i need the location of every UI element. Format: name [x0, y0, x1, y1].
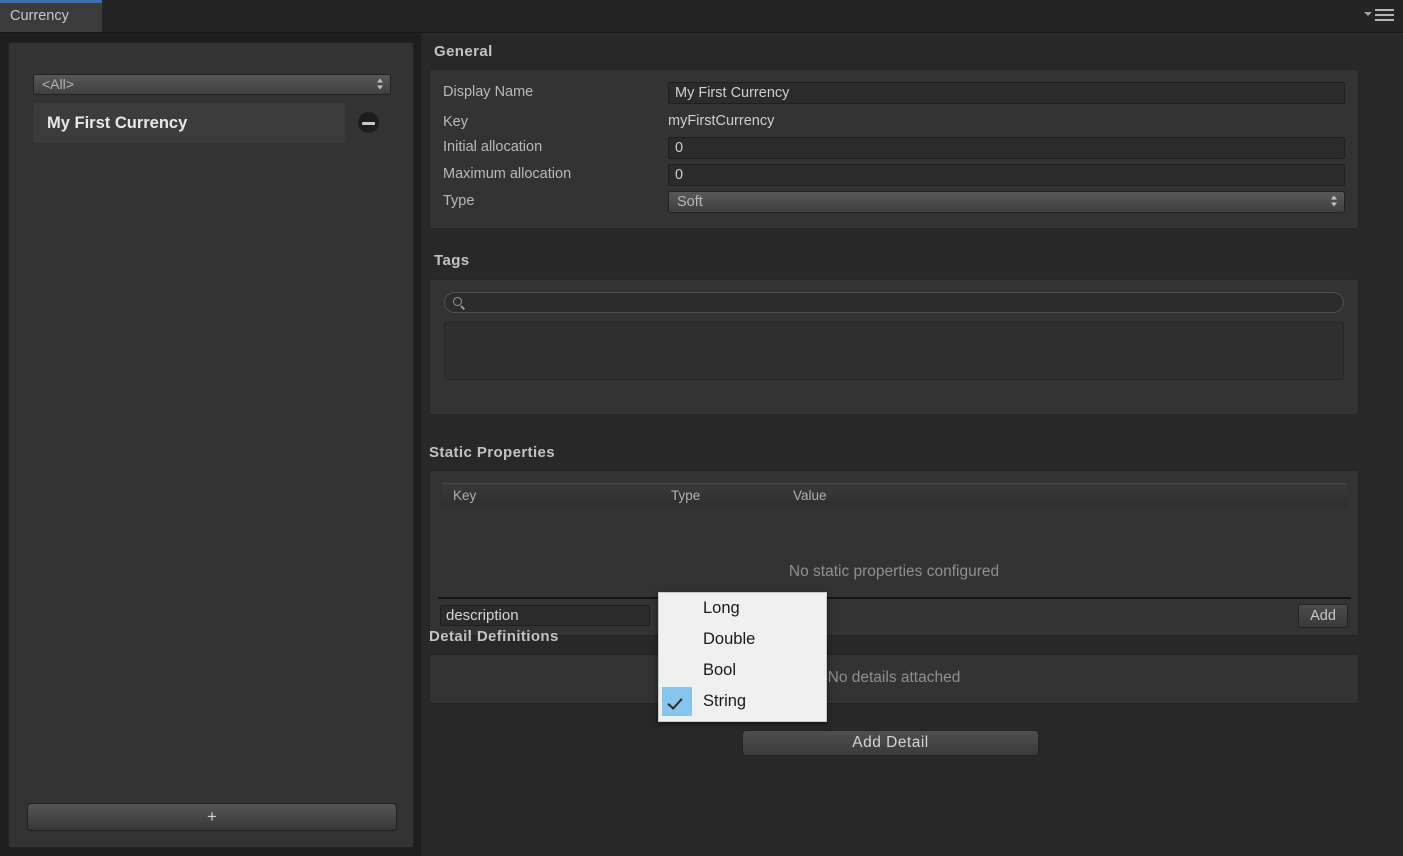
- currency-detail-pane: General Display Name Key myFirstCurrency…: [421, 33, 1403, 856]
- field-type: Type Soft: [430, 191, 1358, 219]
- add-detail-button[interactable]: Add Detail: [742, 730, 1039, 756]
- detail-definitions-section: No details attached: [429, 654, 1359, 704]
- filter-dropdown-value: <All>: [42, 76, 74, 92]
- field-type-label: Type: [443, 193, 475, 209]
- currency-type-value: Soft: [677, 194, 703, 210]
- panel-options-menu-button[interactable]: [1364, 8, 1394, 24]
- field-key: Key myFirstCurrency: [430, 112, 1358, 140]
- menu-item-string-label: String: [703, 692, 747, 710]
- menu-item-bool[interactable]: Bool: [659, 655, 826, 686]
- tags-section-title: Tags: [434, 252, 470, 269]
- checkmark-icon: [662, 594, 692, 623]
- menu-item-bool-label: Bool: [703, 661, 737, 679]
- tags-list-box[interactable]: [444, 322, 1344, 380]
- static-properties-section-title: Static Properties: [429, 444, 556, 461]
- search-icon: [453, 297, 462, 306]
- sidebar-item-my-first-currency[interactable]: My First Currency: [33, 103, 345, 143]
- general-section: Display Name Key myFirstCurrency Initial…: [429, 69, 1359, 229]
- field-initial-allocation-label: Initial allocation: [443, 139, 543, 155]
- maximum-allocation-input[interactable]: [668, 164, 1345, 186]
- currency-type-dropdown[interactable]: Soft: [668, 191, 1345, 213]
- tags-search-field[interactable]: [444, 292, 1344, 313]
- hamburger-menu-icon: [1375, 9, 1394, 24]
- type-dropdown-menu: Long Double Bool String: [658, 592, 827, 722]
- menu-item-long-label: Long: [703, 599, 740, 617]
- static-properties-section: Key Type Value No static properties conf…: [429, 470, 1359, 636]
- field-key-label: Key: [443, 114, 468, 130]
- display-name-input[interactable]: [668, 82, 1345, 104]
- menu-item-double[interactable]: Double: [659, 624, 826, 655]
- add-detail-button-label: Add Detail: [852, 734, 929, 751]
- list-item-label: My First Currency: [47, 114, 188, 132]
- tab-currency-label: Currency: [10, 8, 69, 24]
- field-display-name: Display Name: [430, 82, 1358, 110]
- general-section-title: General: [434, 43, 493, 60]
- field-maximum-allocation: Maximum allocation: [430, 164, 1358, 192]
- filter-dropdown[interactable]: <All>: [33, 74, 391, 95]
- updown-arrows-icon: [1330, 195, 1337, 209]
- field-maximum-allocation-label: Maximum allocation: [443, 166, 572, 182]
- currency-list-panel: <All> My First Currency +: [8, 42, 414, 848]
- detail-definitions-section-title: Detail Definitions: [429, 628, 559, 645]
- add-currency-button[interactable]: +: [27, 803, 397, 831]
- tags-search-input[interactable]: [471, 293, 1331, 312]
- key-value: myFirstCurrency: [668, 113, 775, 129]
- checkmark-icon: [662, 656, 692, 685]
- checkmark-icon: [662, 687, 692, 716]
- checkmark-icon: [662, 625, 692, 654]
- tab-bar: Currency: [0, 0, 1403, 33]
- currency-list: My First Currency: [33, 103, 391, 147]
- menu-item-double-label: Double: [703, 630, 756, 648]
- new-property-key-input[interactable]: [440, 605, 650, 626]
- menu-item-long[interactable]: Long: [659, 593, 826, 624]
- menu-item-string[interactable]: String: [659, 686, 826, 717]
- static-properties-table-header: Key Type Value: [442, 483, 1347, 507]
- add-property-button-label: Add: [1310, 608, 1336, 624]
- detail-definitions-empty-text: No details attached: [827, 669, 961, 686]
- minus-circle-icon[interactable]: [358, 112, 379, 133]
- column-header-key: Key: [453, 488, 477, 503]
- static-properties-empty-text: No static properties configured: [788, 563, 1000, 580]
- list-item: My First Currency: [33, 103, 391, 147]
- initial-allocation-input[interactable]: [668, 137, 1345, 159]
- add-currency-button-label: +: [207, 807, 217, 826]
- field-display-name-label: Display Name: [443, 84, 534, 100]
- tab-currency[interactable]: Currency: [0, 0, 102, 32]
- tags-section: [429, 279, 1359, 415]
- column-header-type: Type: [671, 488, 701, 503]
- updown-arrows-icon: [376, 78, 383, 91]
- chevron-down-icon: [1364, 12, 1372, 16]
- divider: [438, 597, 1351, 599]
- column-header-value: Value: [793, 488, 827, 503]
- field-initial-allocation: Initial allocation: [430, 137, 1358, 165]
- add-property-button[interactable]: Add: [1298, 604, 1348, 628]
